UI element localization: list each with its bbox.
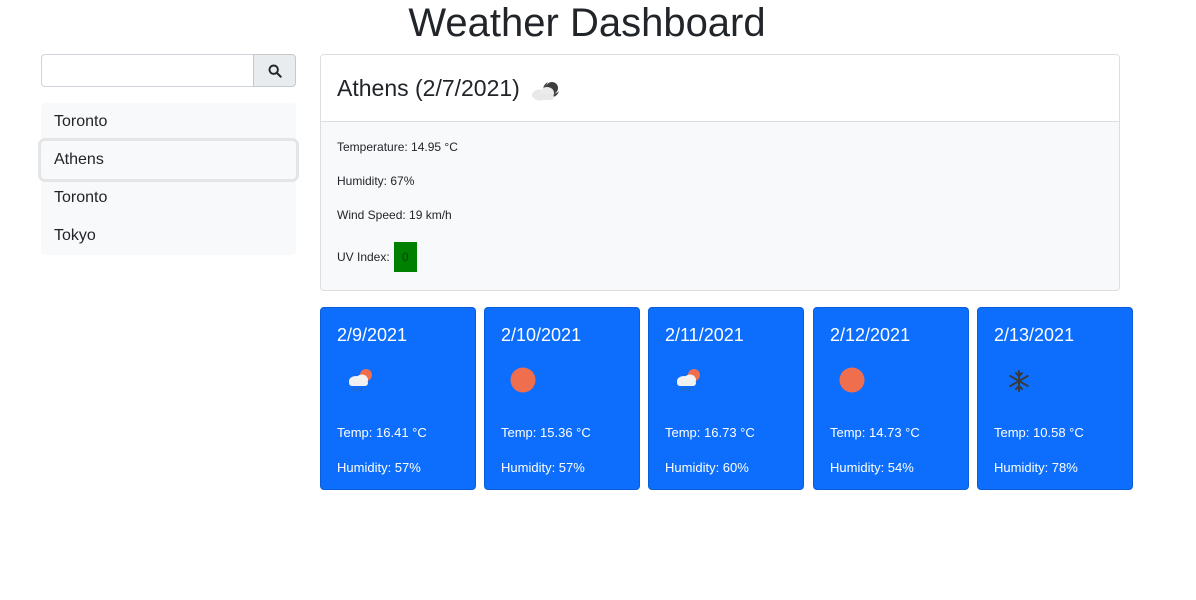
forecast-date: 2/10/2021 xyxy=(501,325,582,345)
forecast-humidity: Humidity: 57% xyxy=(337,460,421,475)
forecast-humidity: Humidity: 57% xyxy=(501,460,585,475)
forecast-temp: Temp: 16.73 °C xyxy=(665,425,755,440)
forecast-temp: Temp: 14.73 °C xyxy=(830,425,920,440)
forecast-date: 2/11/2021 xyxy=(665,325,744,345)
uv-index-row: UV Index: 0 xyxy=(337,242,1103,272)
current-wind-speed: Wind Speed: 19 km/h xyxy=(337,208,452,222)
current-weather-details: Temperature: 14.95 °C Humidity: 67% Wind… xyxy=(321,122,1119,290)
night-cloud-icon xyxy=(528,76,564,107)
search-bar xyxy=(41,54,296,87)
history-item-toronto[interactable]: Toronto xyxy=(41,103,296,141)
current-weather-header: Athens (2/7/2021) xyxy=(321,55,1119,122)
forecast-card: 2/12/2021 Temp: 14.73 °C Humidity: 54% xyxy=(813,307,969,490)
forecast-date: 2/13/2021 xyxy=(994,325,1075,345)
history-item-tokyo[interactable]: Tokyo xyxy=(41,217,296,255)
page-title: Weather Dashboard xyxy=(408,1,766,45)
rain-sun-cloud-icon xyxy=(665,356,787,406)
history-item-athens[interactable]: Athens xyxy=(41,141,296,179)
snowflake-icon xyxy=(994,356,1116,406)
uv-index-label: UV Index: xyxy=(337,250,390,264)
search-button[interactable] xyxy=(253,54,296,87)
current-weather-card: Athens (2/7/2021) Temperature: 14.95 °C … xyxy=(320,54,1120,291)
city-search-input[interactable] xyxy=(41,54,253,87)
five-day-forecast: 2/9/2021 Temp: 16.41 °C Humidity: 57% 2/… xyxy=(320,307,1134,490)
history-item-toronto[interactable]: Toronto xyxy=(41,179,296,217)
sun-icon xyxy=(501,356,623,406)
forecast-temp: Temp: 15.36 °C xyxy=(501,425,591,440)
sun-icon xyxy=(830,356,952,406)
rain-sun-cloud-icon xyxy=(337,356,459,406)
forecast-temp: Temp: 10.58 °C xyxy=(994,425,1084,440)
forecast-card: 2/10/2021 Temp: 15.36 °C Humidity: 57% xyxy=(484,307,640,490)
forecast-card: 2/9/2021 Temp: 16.41 °C Humidity: 57% xyxy=(320,307,476,490)
forecast-card: 2/11/2021 Temp: 16.73 °C Humidity: 60% xyxy=(648,307,804,490)
forecast-card: 2/13/2021 Temp: 10.58 °C Humidity: 78% xyxy=(977,307,1133,490)
search-icon xyxy=(268,64,282,78)
current-city-title: Athens (2/7/2021) xyxy=(337,74,520,101)
forecast-date: 2/9/2021 xyxy=(337,325,408,345)
forecast-humidity: Humidity: 60% xyxy=(665,460,749,475)
uv-index-badge: 0 xyxy=(393,242,417,272)
forecast-date: 2/12/2021 xyxy=(830,325,911,345)
forecast-humidity: Humidity: 54% xyxy=(830,460,914,475)
current-temperature: Temperature: 14.95 °C xyxy=(337,140,458,154)
forecast-temp: Temp: 16.41 °C xyxy=(337,425,427,440)
forecast-humidity: Humidity: 78% xyxy=(994,460,1078,475)
current-humidity: Humidity: 67% xyxy=(337,174,415,188)
search-history-list: Toronto Athens Toronto Tokyo xyxy=(41,103,296,255)
